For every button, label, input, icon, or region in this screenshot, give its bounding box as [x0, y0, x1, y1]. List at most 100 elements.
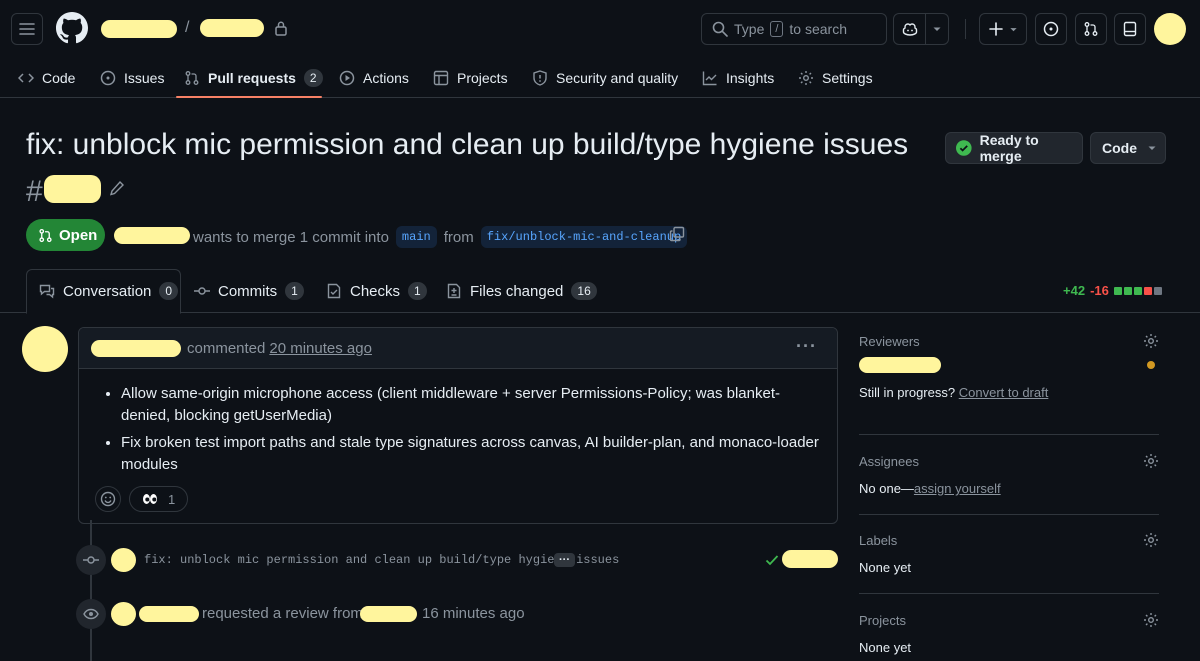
sidebar-reviewers: Reviewers Still in progress? Convert to …	[859, 333, 1159, 435]
comment-timestamp[interactable]: 20 minutes ago	[269, 340, 372, 357]
gear-icon[interactable]	[1143, 333, 1159, 349]
pr-state-label: Open	[59, 226, 98, 244]
chevron-down-icon[interactable]	[932, 24, 942, 34]
nav-label: Security and quality	[556, 70, 679, 86]
tab-files-changed[interactable]: Files changed 16	[446, 269, 597, 313]
review-request-time[interactable]: 16 minutes ago	[422, 605, 525, 622]
add-reaction-button[interactable]	[95, 486, 121, 512]
repo-nav: Code Issues Pull requests 2 Actions Proj…	[0, 58, 1200, 98]
gear-icon[interactable]	[1143, 612, 1159, 628]
merge-summary: wants to merge 1 commit into main from f…	[193, 226, 688, 248]
search-input[interactable]: Type / to search	[701, 13, 887, 45]
issue-circle-icon	[1043, 21, 1059, 37]
pull-requests-count: 2	[303, 69, 323, 87]
reaction-count: 1	[168, 491, 176, 507]
comment-body: Allow same-origin microphone access (cli…	[79, 369, 837, 476]
reactions: 1	[95, 486, 189, 512]
pencil-icon[interactable]	[109, 180, 125, 196]
sidebar-labels: Labels None yet	[859, 532, 1159, 594]
copy-icon[interactable]	[669, 226, 685, 242]
copilot-button[interactable]	[893, 13, 949, 45]
diffstat: +42 -16	[1063, 283, 1162, 298]
button-divider	[925, 14, 926, 44]
pr-author-redacted[interactable]	[114, 227, 190, 244]
code-dropdown-label: Code	[1102, 140, 1137, 156]
assign-yourself-link[interactable]: assign yourself	[914, 481, 1001, 496]
reviewer-redacted[interactable]	[859, 357, 941, 373]
sidebar-assignees: Assignees No one—assign yourself	[859, 453, 1159, 515]
head-branch[interactable]: fix/unblock-mic-and-cleanup	[480, 226, 688, 248]
pull-requests-button[interactable]	[1075, 13, 1107, 45]
search-placeholder-prefix: Type	[734, 21, 765, 37]
tab-checks[interactable]: Checks 1	[326, 269, 427, 313]
ready-to-merge-button[interactable]: Ready to merge	[945, 132, 1083, 164]
nav-label: Code	[42, 70, 76, 86]
file-diff-icon	[447, 283, 461, 299]
commit-sha-redacted[interactable]	[782, 550, 838, 568]
nav-actions[interactable]: Actions	[339, 58, 409, 98]
path-separator: /	[185, 19, 190, 36]
nav-insights[interactable]: Insights	[702, 58, 774, 98]
tab-conversation[interactable]: Conversation 0	[39, 269, 179, 313]
create-new-button[interactable]	[979, 13, 1027, 45]
commenter-avatar[interactable]	[22, 326, 68, 372]
hamburger-icon	[19, 23, 35, 35]
commenter-name-redacted[interactable]	[91, 339, 181, 357]
nav-settings[interactable]: Settings	[798, 58, 873, 98]
from-text: from	[443, 228, 474, 246]
checklist-icon	[327, 283, 341, 299]
code-dropdown-button[interactable]: Code	[1090, 132, 1166, 164]
user-avatar[interactable]	[1154, 13, 1186, 45]
code-icon	[18, 73, 34, 83]
commit-event-badge	[76, 545, 106, 575]
inbox-button[interactable]	[1114, 13, 1146, 45]
reviewer-name-redacted[interactable]	[360, 606, 417, 622]
requester-name-redacted[interactable]	[139, 606, 199, 622]
check-icon[interactable]	[765, 553, 779, 567]
nav-security[interactable]: Security and quality	[532, 58, 678, 98]
labels-heading: Labels	[859, 532, 898, 548]
github-logo-icon[interactable]	[56, 12, 88, 44]
lock-icon	[275, 21, 287, 36]
repo-owner-redacted[interactable]	[101, 20, 177, 38]
nav-code[interactable]: Code	[18, 58, 75, 98]
gear-icon[interactable]	[1143, 453, 1159, 469]
nav-label: Settings	[822, 70, 873, 86]
committer-avatar[interactable]	[111, 548, 136, 572]
base-branch[interactable]: main	[395, 226, 437, 248]
commit-icon	[83, 556, 99, 564]
pr-number-redacted	[44, 175, 101, 203]
issues-button[interactable]	[1035, 13, 1067, 45]
pull-request-icon	[1084, 22, 1098, 36]
projects-heading: Projects	[859, 612, 906, 628]
diff-block	[1143, 286, 1152, 295]
graph-icon	[702, 71, 717, 86]
menu-button[interactable]	[11, 13, 43, 45]
repo-name-redacted[interactable]	[200, 19, 264, 37]
nav-label: Projects	[457, 70, 508, 86]
kebab-menu-icon[interactable]: ···	[796, 336, 817, 357]
comment-action: commented	[187, 339, 266, 357]
chevron-down-icon	[1009, 27, 1017, 31]
eye-icon	[83, 608, 99, 620]
eyes-reaction-button[interactable]: 1	[129, 486, 189, 512]
gear-icon[interactable]	[1143, 532, 1159, 548]
smiley-icon	[100, 491, 116, 507]
nav-issues[interactable]: Issues	[100, 58, 164, 98]
tab-count: 0	[159, 282, 179, 300]
commit-expand-button[interactable]: ···	[554, 553, 575, 567]
copilot-icon	[902, 23, 918, 36]
requester-avatar[interactable]	[111, 602, 136, 626]
nav-label: Issues	[124, 70, 165, 86]
nav-pull-requests[interactable]: Pull requests 2	[184, 58, 323, 98]
inbox-icon	[1123, 21, 1137, 37]
ready-to-merge-label: Ready to merge	[979, 132, 1039, 164]
projects-value: None yet	[859, 640, 912, 655]
gear-icon	[799, 71, 813, 85]
convert-to-draft-link[interactable]: Convert to draft	[959, 385, 1049, 400]
tab-label: Checks	[350, 282, 401, 300]
nav-projects[interactable]: Projects	[433, 58, 508, 98]
tab-commits[interactable]: Commits 1	[194, 269, 304, 313]
tab-count: 1	[408, 282, 427, 300]
commit-message[interactable]: fix: unblock mic permission and clean up…	[144, 553, 619, 567]
